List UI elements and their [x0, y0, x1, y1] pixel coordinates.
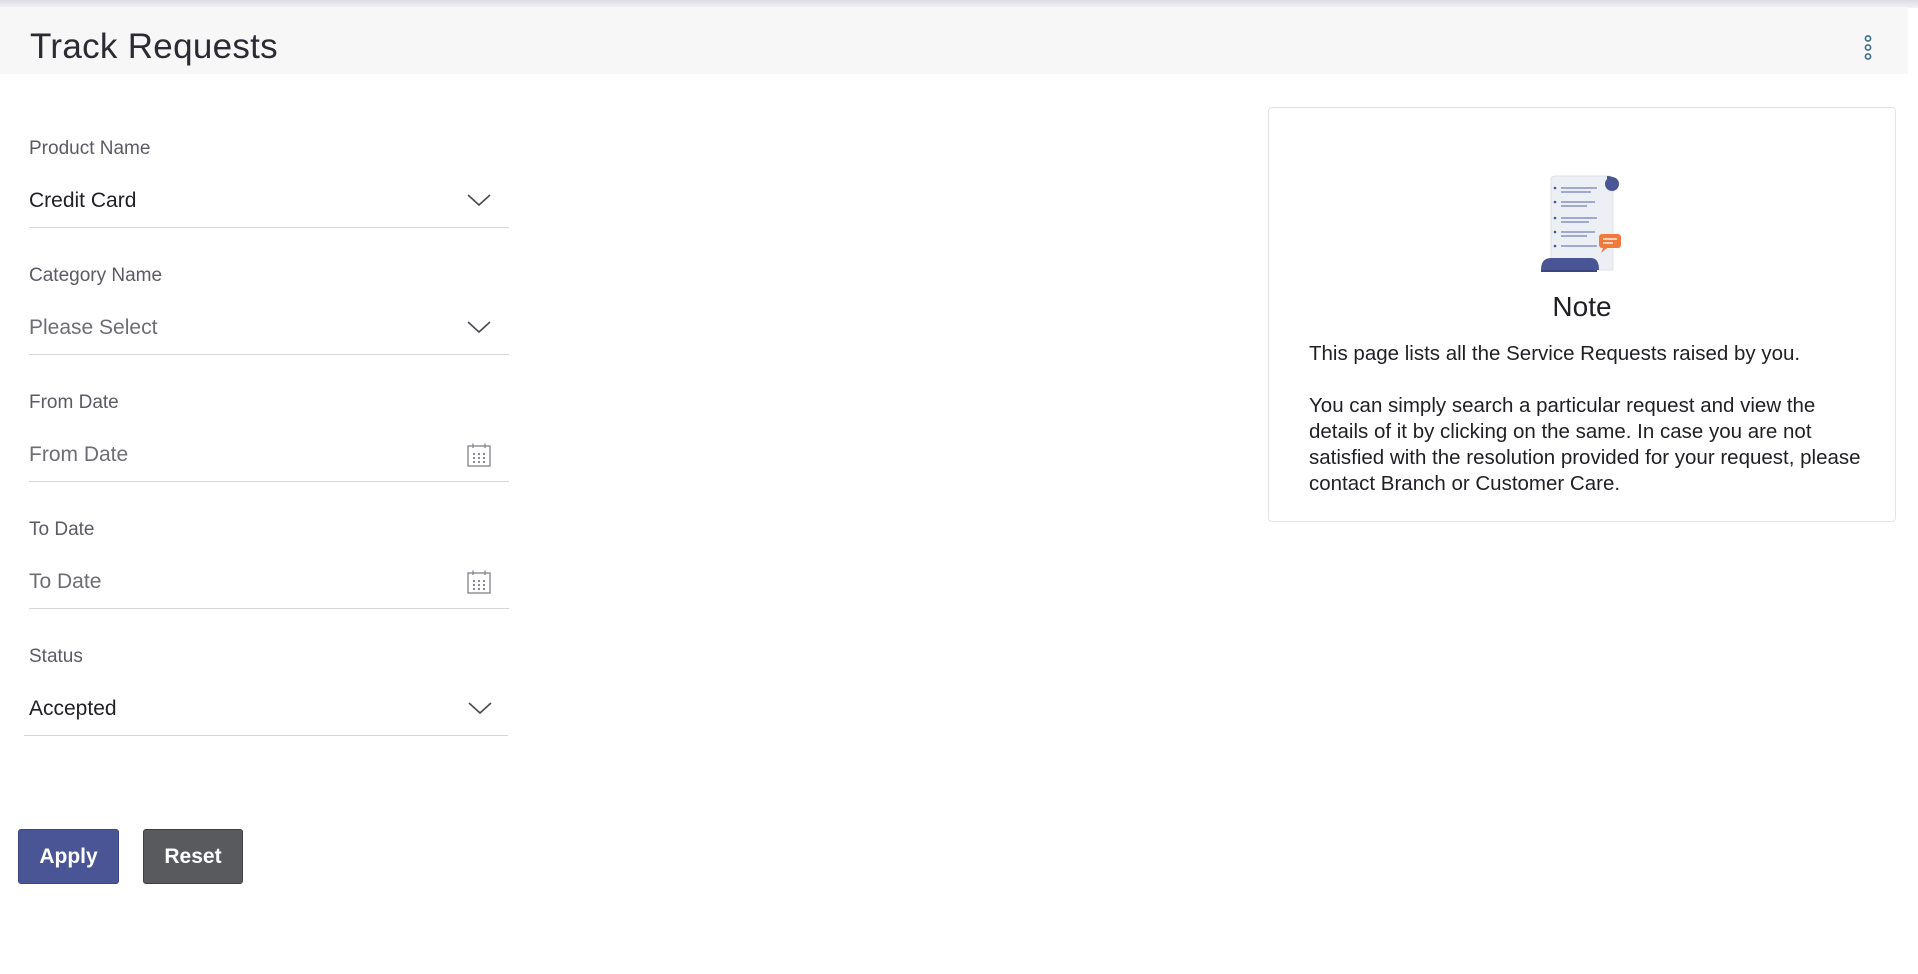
chevron-down-icon — [465, 315, 493, 341]
status-label: Status — [29, 646, 83, 667]
product-name-select[interactable]: Credit Card — [29, 174, 509, 228]
category-name-select[interactable]: Please Select — [29, 301, 509, 355]
status-field: Status Accepted — [24, 646, 508, 774]
to-date-input[interactable]: To Date — [29, 555, 509, 609]
to-date-label: To Date — [29, 519, 95, 540]
note-paragraph-1: This page lists all the Service Requests… — [1309, 342, 1801, 365]
note-body: This page lists all the Service Requests… — [1309, 341, 1869, 523]
status-value: Accepted — [29, 697, 117, 720]
status-select[interactable]: Accepted — [24, 682, 508, 736]
from-date-field: From Date From Date — [29, 392, 509, 520]
reset-button[interactable]: Reset — [143, 829, 243, 884]
calendar-icon[interactable] — [465, 442, 493, 468]
note-card: Note This page lists all the Service Req… — [1268, 107, 1896, 522]
calendar-icon[interactable] — [465, 569, 493, 595]
category-name-field: Category Name Please Select — [29, 265, 509, 393]
category-name-label: Category Name — [29, 265, 163, 286]
document-scroll-icon — [1537, 174, 1627, 274]
from-date-label: From Date — [29, 392, 119, 413]
page-header: Track Requests — [0, 7, 1908, 74]
note-title: Note — [1552, 291, 1612, 322]
apply-button[interactable]: Apply — [18, 829, 119, 884]
category-name-placeholder: Please Select — [29, 316, 158, 339]
chevron-down-icon — [465, 188, 493, 214]
from-date-input[interactable]: From Date — [29, 428, 509, 482]
chevron-down-icon — [466, 696, 494, 722]
to-date-placeholder: To Date — [29, 570, 102, 593]
from-date-placeholder: From Date — [29, 443, 129, 466]
note-paragraph-2: You can simply search a particular reque… — [1309, 394, 1861, 495]
product-name-value: Credit Card — [29, 189, 137, 212]
kebab-menu-icon[interactable] — [1860, 35, 1876, 61]
page-title: Track Requests — [30, 27, 278, 66]
product-name-field: Product Name Credit Card — [29, 138, 509, 266]
to-date-field: To Date To Date — [29, 519, 509, 647]
product-name-label: Product Name — [29, 138, 151, 159]
